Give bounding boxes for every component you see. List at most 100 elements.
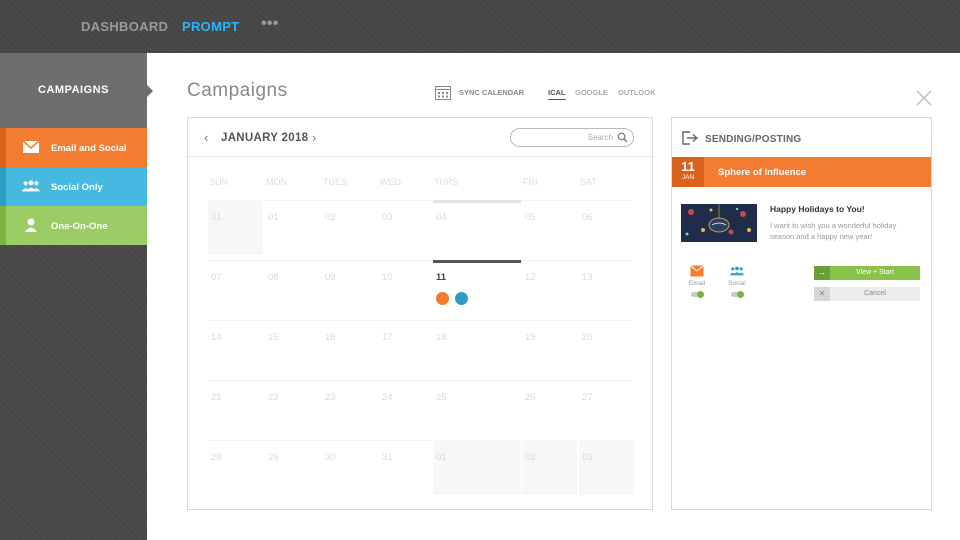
day-number: 19 <box>525 332 536 343</box>
message-thumbnail[interactable] <box>681 204 757 242</box>
sidebar-item-social-only[interactable]: Social Only <box>0 167 147 206</box>
month-label: JANUARY 2018 <box>221 132 309 144</box>
day-number: 30 <box>325 452 336 463</box>
tab-ical[interactable]: ICAL <box>548 88 566 100</box>
day-number: 01 <box>268 212 279 223</box>
calendar-day[interactable]: 22 <box>265 380 320 435</box>
email-toggle[interactable] <box>691 291 704 298</box>
nav-prompt[interactable]: PROMPT <box>182 19 239 34</box>
message-title: Happy Holidays to You! <box>770 204 865 214</box>
weekday-header: SAT <box>580 177 597 187</box>
sending-posting-panel: SENDING/POSTING 11 JAN Sphere of Influen… <box>671 117 932 510</box>
view-start-label: View + Start <box>856 269 894 276</box>
calendar-day[interactable]: 31 <box>208 200 263 255</box>
social-toggle[interactable] <box>731 291 744 298</box>
calendar-day[interactable]: 01 <box>433 440 521 495</box>
weekday-header: FRI <box>523 177 538 187</box>
cancel-label: Cancel <box>864 290 886 297</box>
calendar-icon[interactable] <box>435 85 451 100</box>
weekday-header: WED <box>380 177 401 187</box>
sidebar-item-label: Email and Social <box>51 143 127 154</box>
calendar-day[interactable]: 21 <box>208 380 263 435</box>
social-event-icon[interactable] <box>455 292 468 305</box>
day-number: 26 <box>525 392 536 403</box>
search-input[interactable]: Search <box>510 128 634 147</box>
calendar-day[interactable]: 08 <box>265 260 320 315</box>
calendar-day[interactable]: 02 <box>322 200 377 255</box>
chevron-left-icon[interactable]: ‹ <box>204 130 208 145</box>
day-number: 02 <box>525 452 536 463</box>
day-number: 05 <box>525 212 536 223</box>
sync-calendar-label[interactable]: SYNC CALENDAR <box>459 88 524 97</box>
calendar-day[interactable]: 27 <box>579 380 634 435</box>
calendar-day[interactable]: 07 <box>208 260 263 315</box>
campaign-date: 11 JAN <box>672 157 704 187</box>
calendar-day[interactable]: 04 <box>433 200 521 255</box>
day-number: 31 <box>211 212 222 223</box>
calendar-day[interactable]: 05 <box>522 200 577 255</box>
weekday-header: THRS <box>434 177 459 187</box>
day-number: 20 <box>582 332 593 343</box>
close-icon[interactable] <box>915 89 933 107</box>
day-number: 15 <box>268 332 279 343</box>
calendar-day[interactable]: 02 <box>522 440 577 495</box>
person-icon <box>24 218 38 232</box>
search-placeholder: Search <box>587 133 613 142</box>
calendar-day[interactable]: 25 <box>433 380 521 435</box>
calendar-day[interactable]: 17 <box>379 320 434 375</box>
tab-google[interactable]: GOOGLE <box>575 88 608 97</box>
sidebar-item-email-and-social[interactable]: Email and Social <box>0 128 147 167</box>
weekday-header: MON <box>266 177 287 187</box>
sidebar-item-one-on-one[interactable]: One-On-One <box>0 206 147 245</box>
day-number: 10 <box>382 272 393 283</box>
calendar-day[interactable]: 23 <box>322 380 377 435</box>
calendar-day[interactable]: 31 <box>379 440 434 495</box>
calendar-day[interactable]: 16 <box>322 320 377 375</box>
tab-outlook[interactable]: OUTLOOK <box>618 88 656 97</box>
calendar-day[interactable]: 30 <box>322 440 377 495</box>
calendar-day[interactable]: 28 <box>208 440 263 495</box>
calendar-day[interactable]: 06 <box>579 200 634 255</box>
day-number: 17 <box>382 332 393 343</box>
day-number: 03 <box>382 212 393 223</box>
calendar-day[interactable]: 14 <box>208 320 263 375</box>
chevron-right-icon[interactable]: › <box>312 130 316 145</box>
envelope-icon <box>22 140 40 153</box>
campaign-name: Sphere of Influence <box>718 167 807 178</box>
calendar-day[interactable]: 20 <box>579 320 634 375</box>
calendar-day[interactable]: 12 <box>522 260 577 315</box>
day-number: 29 <box>268 452 279 463</box>
campaign-band[interactable]: 11 JAN Sphere of Influence <box>672 157 931 187</box>
panel-title: SENDING/POSTING <box>705 134 802 145</box>
calendar-day[interactable]: 03 <box>379 200 434 255</box>
cancel-button[interactable]: ✕ Cancel <box>814 287 920 301</box>
page-title: Campaigns <box>187 80 288 101</box>
day-number: 12 <box>525 272 536 283</box>
calendar-day[interactable]: 18 <box>433 320 521 375</box>
calendar-day[interactable]: 26 <box>522 380 577 435</box>
calendar-day[interactable]: 09 <box>322 260 377 315</box>
sidebar-heading: CAMPAIGNS <box>0 53 153 128</box>
sidebar-item-accent <box>0 206 6 245</box>
message-body: I want to wish you a wonderful holiday s… <box>770 221 897 241</box>
calendar-header: ‹ JANUARY 2018 › Search <box>188 118 652 157</box>
calendar-day[interactable]: 11 <box>433 260 521 315</box>
send-out-icon <box>682 131 698 145</box>
email-event-icon[interactable] <box>436 292 449 305</box>
sidebar-item-accent <box>0 167 6 206</box>
calendar-day[interactable]: 01 <box>265 200 320 255</box>
more-menu-icon[interactable]: ••• <box>261 15 279 33</box>
day-number: 03 <box>582 452 593 463</box>
calendar-day[interactable]: 19 <box>522 320 577 375</box>
calendar-day[interactable]: 10 <box>379 260 434 315</box>
calendar-day[interactable]: 03 <box>579 440 634 495</box>
channel-social: Social <box>722 265 752 298</box>
calendar-day[interactable]: 29 <box>265 440 320 495</box>
nav-dashboard[interactable]: DASHBOARD <box>81 19 168 34</box>
calendar-day[interactable]: 24 <box>379 380 434 435</box>
calendar-day[interactable]: 13 <box>579 260 634 315</box>
day-number: 11 <box>436 272 447 283</box>
view-start-button[interactable]: → View + Start <box>814 266 920 280</box>
people-icon <box>22 180 40 192</box>
calendar-day[interactable]: 15 <box>265 320 320 375</box>
